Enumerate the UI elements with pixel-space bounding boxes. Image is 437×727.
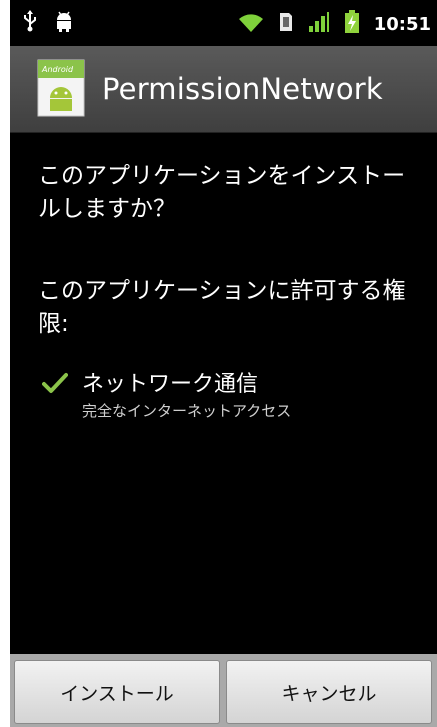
usb-icon — [22, 10, 38, 36]
app-title: PermissionNetwork — [102, 72, 383, 106]
permission-item: ネットワーク通信 完全なインターネットアクセス — [38, 366, 428, 426]
permission-description: 完全なインターネットアクセス — [82, 402, 292, 420]
wifi-icon — [238, 11, 264, 37]
check-icon — [42, 372, 68, 394]
cancel-button[interactable]: キャンセル — [226, 660, 432, 724]
status-time: 10:51 — [373, 13, 431, 35]
sdcard-icon — [278, 11, 294, 37]
android-app-icon: Android — [36, 58, 88, 118]
android-debug-icon — [54, 10, 74, 36]
svg-text:Android: Android — [41, 65, 74, 74]
phone-screen: 10:51 Android PermissionNetwork このアプリケーシ… — [10, 0, 437, 727]
signal-icon — [308, 11, 330, 37]
battery-charging-icon — [344, 10, 360, 38]
permission-title: ネットワーク通信 — [82, 372, 259, 397]
status-right-icons: 10:51 — [238, 10, 431, 38]
title-bar: Android PermissionNetwork — [10, 46, 437, 133]
install-question: このアプリケーションをインストールしますか？ — [38, 163, 406, 222]
status-bar: 10:51 — [10, 0, 437, 46]
button-bar: インストール キャンセル — [10, 654, 437, 727]
permissions-heading: このアプリケーションに許可する権限: — [38, 278, 406, 337]
install-button[interactable]: インストール — [14, 660, 220, 724]
status-left-icons — [22, 10, 74, 36]
